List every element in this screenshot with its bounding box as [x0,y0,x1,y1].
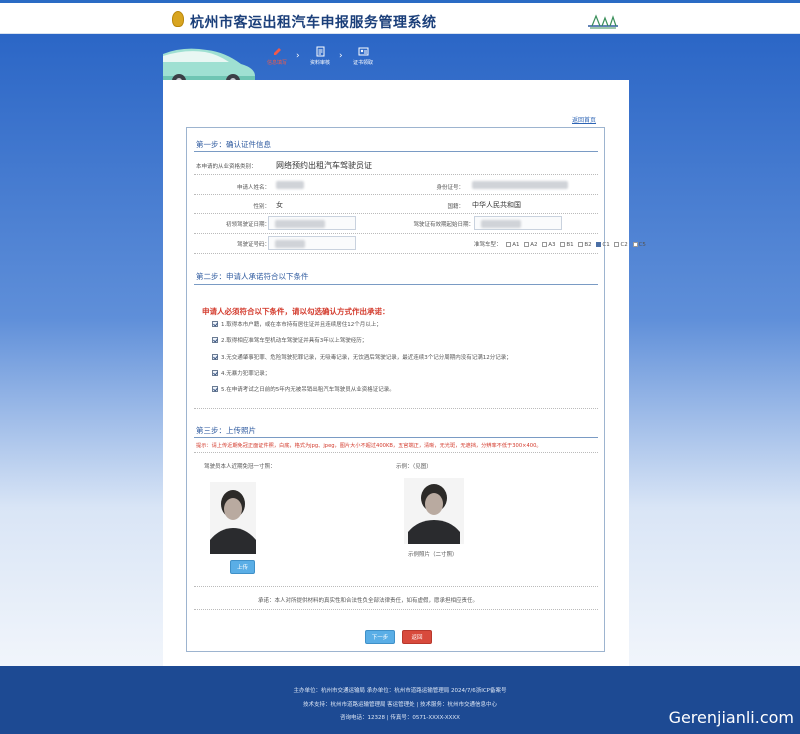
condition-item[interactable]: 3.无交通肇事犯罪、危险驾驶犯罪记录，无吸毒记录，无饮酒后驾驶记录，最近连续3个… [212,353,512,361]
step-label: 资料审核 [309,60,330,66]
row-divider [194,194,598,195]
id-number-value-redacted [472,181,568,189]
driver-valid-field[interactable] [474,216,562,230]
pencil-icon [273,48,281,55]
driving-class-checkbox[interactable] [506,242,512,247]
section-title-conditions: 第二步：申请人承诺符合以下条件 [196,272,309,281]
gender-label: 性别： [253,204,270,210]
driver-first-date-label: 初领驾驶证日期： [225,222,270,228]
condition-item[interactable]: 4.无暴力犯罪记录； [212,369,270,377]
driving-class-checkbox[interactable] [542,242,548,247]
condition-item[interactable]: 2.取得相应准驾车型机动车驾驶证并具有3年以上驾驶经历； [212,336,367,344]
driving-class-group: 准驾车型： A1 A2 A3 B1 B2 C1 C2 C5 [474,240,646,248]
sample-photo [404,478,464,544]
row-divider [194,452,598,453]
driving-class-label: 准驾车型： [474,242,502,248]
pledge-text: 承诺：本人对所提供材料的真实性和合法性负全部法律责任，如有虚假，愿承担相应责任。 [258,598,479,604]
driver-license-label: 驾驶证号码： [236,242,270,248]
next-step-button[interactable]: 下一步 [365,630,395,644]
condition-item[interactable]: 1.取得本市户籍，或在本市持有居住证并且连续居住12个月以上； [212,320,382,328]
driving-class-option: A3 [548,242,556,248]
section-divider [194,284,598,285]
footer-line: 技术支持：杭州市道路运输管理局 客运管理处 | 技术服务：杭州市交通信息中心 [302,702,498,708]
field-value-redacted [275,240,305,248]
driving-class-option: B2 [584,242,592,248]
conditions-warning: 申请人必须符合以下条件，请以勾选确认方式作出承诺： [202,307,390,316]
driving-class-option: A1 [512,242,520,248]
condition-item[interactable]: 5.在申请考试之日前的5年内无被吊销出租汽车驾驶员从业资格证记录。 [212,385,395,393]
sample-photo-caption: 示例照片（二寸照） [408,552,458,558]
city-emblem-icon [172,11,184,27]
row-divider [194,253,598,254]
condition-checkbox[interactable] [212,321,218,327]
name-label: 申请人姓名： [236,185,270,191]
driver-license-field[interactable] [268,236,356,250]
apply-type-label: 本申请的从业资格类别： [196,164,257,170]
nationality-value: 中华人民共和国 [472,201,521,209]
driver-valid-label: 驾驶证有效期起始日期： [413,222,474,228]
field-value-redacted [481,220,521,228]
footer-line: 主办单位：杭州市交通运输局 承办单位：杭州市道路运输管理局 2024/7/6浙I… [293,688,507,694]
driver-first-date-field[interactable] [268,216,356,230]
condition-checkbox[interactable] [212,370,218,376]
condition-text: 2.取得相应准驾车型机动车驾驶证并具有3年以上驾驶经历； [221,338,368,344]
upload-button[interactable]: 上传 [230,560,255,574]
driving-class-option: A2 [530,242,538,248]
driving-class-checkbox-checked[interactable] [596,242,602,247]
condition-text: 4.无暴力犯罪记录； [221,371,271,377]
driving-class-checkbox[interactable] [560,242,566,247]
return-home-link[interactable]: 返回首页 [572,115,596,124]
top-header: 杭州市客运出租汽车申报服务管理系统 [0,0,800,34]
section-divider [194,151,598,152]
document-icon [316,46,324,57]
driving-class-option: C1 [602,242,610,248]
section-title-confirm-info: 第一步：确认证件信息 [196,140,271,149]
row-divider [194,586,598,587]
sample-photo-label: 示例：（见图） [396,464,432,470]
condition-checkbox[interactable] [212,386,218,392]
driving-class-checkbox[interactable] [524,242,530,247]
id-number-label: 身份证号： [436,185,464,191]
condition-checkbox[interactable] [212,337,218,343]
condition-text: 3.无交通肇事犯罪、危险驾驶犯罪记录，无吸毒记录，无饮酒后驾驶记录，最近连续3个… [221,355,512,361]
nationality-label: 国籍： [447,204,464,210]
driving-class-checkbox[interactable] [614,242,620,247]
driving-class-option: B1 [566,242,574,248]
step-label: 信息填写 [266,60,287,66]
row-divider [194,408,598,409]
driving-class-option: C2 [620,242,628,248]
condition-checkbox[interactable] [212,354,218,360]
row-divider [194,609,598,610]
applicant-photo-label: 驾驶员本人近期免冠一寸照： [204,464,276,470]
driving-class-option: C5 [638,242,646,248]
section-divider [194,437,598,438]
upload-hint: 提示：请上传近期免冠正面证件照，白底，格式为jpg、jpeg，图片大小不超过40… [196,443,542,449]
step-label: 证书领取 [352,60,373,66]
row-divider [194,174,598,175]
gender-value: 女 [276,201,283,209]
condition-text: 1.取得本市户籍，或在本市持有居住证并且连续居住12个月以上； [221,322,382,328]
transport-logo-icon [588,14,618,29]
section-title-upload-photo: 第三步：上传照片 [196,426,256,435]
id-card-icon [358,47,368,56]
apply-type-value: 网络预约出租汽车驾驶员证 [276,161,372,170]
name-value-redacted [276,181,304,189]
field-value-redacted [275,220,325,228]
driving-class-checkbox[interactable] [578,242,584,247]
back-button[interactable]: 返回 [402,630,432,644]
row-divider [194,233,598,234]
site-watermark: Gerenjianli.com [668,708,794,727]
applicant-photo [210,482,256,554]
condition-text: 5.在申请考试之日前的5年内无被吊销出租汽车驾驶员从业资格证记录。 [221,387,395,393]
step-certificate: 证书领取 [338,46,388,66]
row-divider [194,213,598,214]
system-title: 杭州市客运出租汽车申报服务管理系统 [190,15,437,31]
driving-class-checkbox[interactable] [632,242,638,247]
